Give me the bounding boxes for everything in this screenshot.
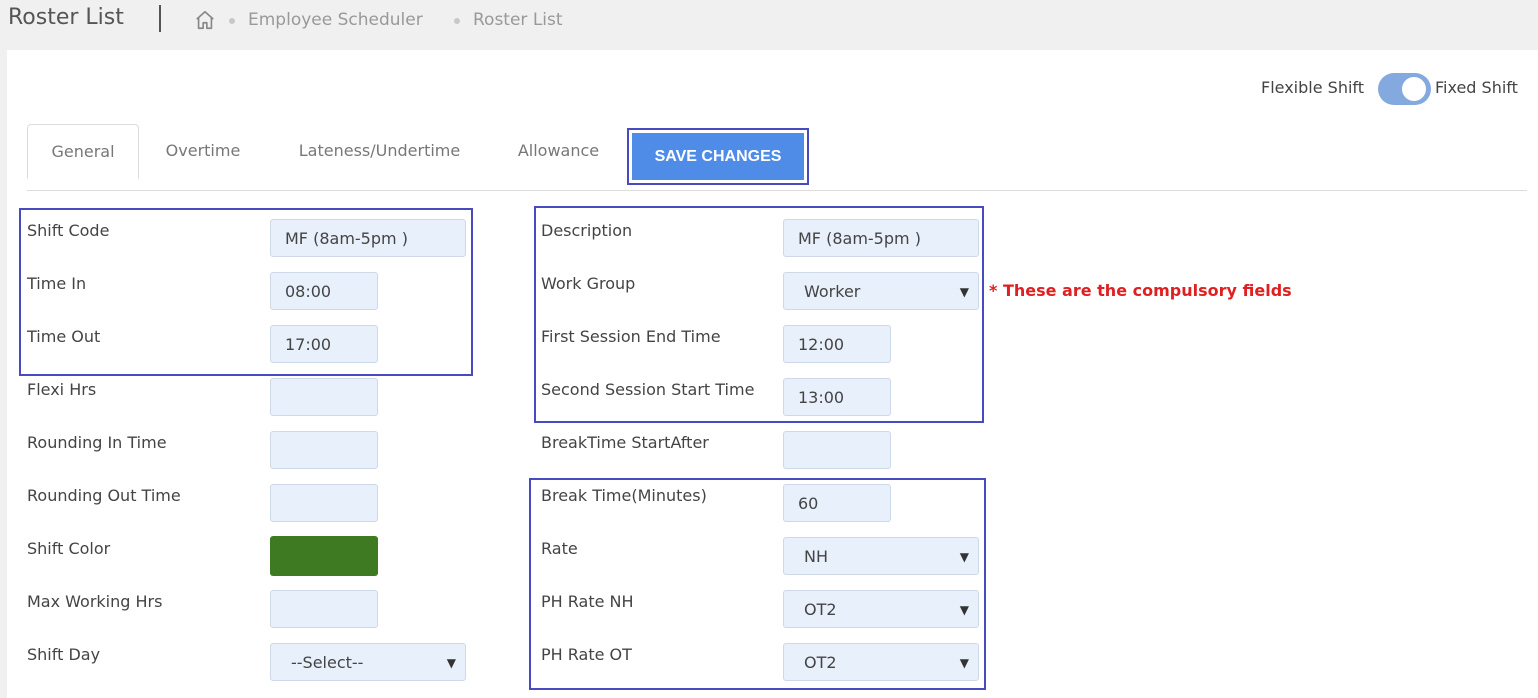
save-changes-button[interactable]: SAVE CHANGES bbox=[632, 133, 804, 180]
flexi-hrs-label: Flexi Hrs bbox=[27, 380, 97, 399]
tab-divider bbox=[27, 190, 1527, 191]
shift-color-picker[interactable] bbox=[270, 536, 378, 576]
rounding-in-time-label: Rounding In Time bbox=[27, 433, 167, 452]
dropdown-caret-icon: ▼ bbox=[446, 656, 456, 670]
breadcrumb-employee-scheduler[interactable]: Employee Scheduler bbox=[248, 10, 423, 30]
shift-type-toggle[interactable] bbox=[1378, 73, 1431, 105]
compulsory-fields-box-left bbox=[19, 208, 473, 376]
fixed-shift-label: Fixed Shift bbox=[1435, 78, 1518, 97]
max-working-hrs-label: Max Working Hrs bbox=[27, 592, 163, 611]
compulsory-fields-box-right-bottom bbox=[529, 478, 986, 690]
title-divider bbox=[159, 5, 161, 32]
tab-lateness-undertime[interactable]: Lateness/Undertime bbox=[278, 124, 481, 177]
toggle-knob bbox=[1402, 77, 1426, 101]
compulsory-fields-box-right-top bbox=[534, 206, 984, 423]
tab-allowance[interactable]: Allowance bbox=[503, 124, 614, 177]
max-working-hrs-input[interactable] bbox=[270, 590, 378, 628]
breadcrumb-roster-list: Roster List bbox=[473, 10, 563, 30]
tab-general[interactable]: General bbox=[27, 124, 139, 179]
home-icon[interactable] bbox=[194, 9, 216, 31]
compulsory-fields-note: * These are the compulsory fields bbox=[989, 281, 1292, 300]
rounding-out-time-input[interactable] bbox=[270, 484, 378, 522]
breadcrumb-separator bbox=[229, 18, 235, 24]
shift-day-select[interactable]: --Select-- ▼ bbox=[270, 643, 466, 681]
page-header: Roster List Employee Scheduler Roster Li… bbox=[0, 0, 1538, 50]
breadcrumb-separator bbox=[454, 18, 460, 24]
rounding-out-time-label: Rounding Out Time bbox=[27, 486, 181, 505]
flexi-hrs-input[interactable] bbox=[270, 378, 378, 416]
breaktime-startafter-input[interactable] bbox=[783, 431, 891, 469]
shift-day-label: Shift Day bbox=[27, 645, 101, 664]
flexible-shift-label: Flexible Shift bbox=[1261, 78, 1365, 97]
shift-color-label: Shift Color bbox=[27, 539, 111, 558]
tab-overtime[interactable]: Overtime bbox=[148, 124, 258, 177]
shift-day-value: --Select-- bbox=[291, 653, 364, 672]
breaktime-startafter-label: BreakTime StartAfter bbox=[541, 433, 709, 452]
rounding-in-time-input[interactable] bbox=[270, 431, 378, 469]
page-title: Roster List bbox=[8, 5, 124, 30]
